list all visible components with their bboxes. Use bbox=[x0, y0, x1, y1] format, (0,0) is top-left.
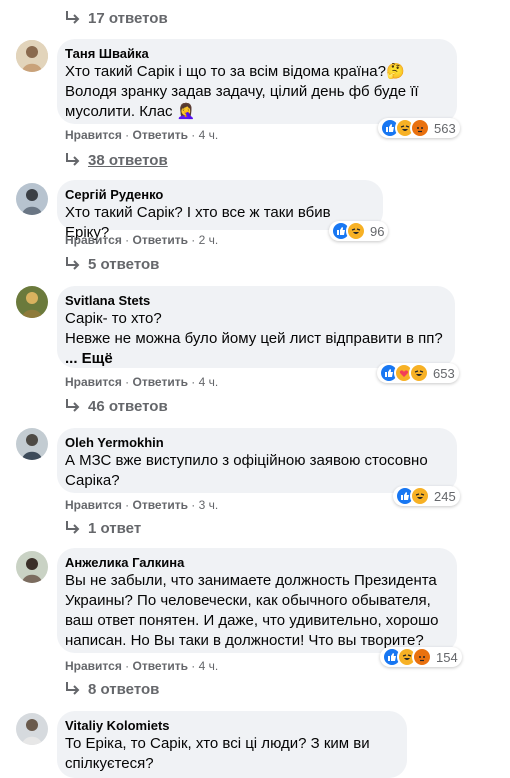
comment-author[interactable]: Svitlana Stets bbox=[65, 293, 443, 309]
angry-icon bbox=[412, 647, 432, 667]
reaction-count: 96 bbox=[370, 223, 385, 239]
like-link[interactable]: Нравится bbox=[65, 233, 122, 247]
reaction-summary[interactable]: 653 bbox=[377, 363, 459, 383]
comment-author[interactable]: Таня Швайка bbox=[65, 46, 445, 62]
reaction-count: 563 bbox=[434, 120, 456, 136]
comment-text: То Еріка, то Сарік, хто всі ці люди? З к… bbox=[65, 735, 370, 772]
like-link[interactable]: Нравится bbox=[65, 498, 122, 512]
reaction-summary[interactable]: 154 bbox=[380, 647, 462, 667]
haha-icon bbox=[409, 363, 429, 383]
avatar[interactable] bbox=[16, 286, 48, 318]
reaction-count: 245 bbox=[434, 488, 456, 504]
view-replies-link[interactable]: 8 ответов bbox=[64, 678, 159, 700]
comment-actions: Нравится · Ответить · 4 ч. bbox=[65, 128, 219, 142]
like-link[interactable]: Нравится bbox=[65, 659, 122, 673]
avatar[interactable] bbox=[16, 551, 48, 583]
comment-text: А МЗС вже виступило з офіційною заявою с… bbox=[65, 452, 428, 489]
avatar[interactable] bbox=[16, 713, 48, 745]
reply-link[interactable]: Ответить bbox=[133, 498, 188, 512]
comment-time[interactable]: 4 ч. bbox=[199, 659, 219, 673]
view-replies-link[interactable]: 5 ответов bbox=[64, 253, 159, 275]
comment-bubble: Таня Швайка Хто такий Сарік і що то за в… bbox=[57, 39, 457, 124]
reply-arrow-icon bbox=[66, 257, 80, 270]
comment-time[interactable]: 4 ч. bbox=[199, 128, 219, 142]
comment-time[interactable]: 3 ч. bbox=[199, 498, 219, 512]
avatar[interactable] bbox=[16, 183, 48, 215]
view-replies-link[interactable]: 1 ответ bbox=[64, 517, 141, 539]
reaction-count: 154 bbox=[436, 649, 458, 665]
replies-label: 5 ответов bbox=[88, 255, 160, 273]
reply-link[interactable]: Ответить bbox=[133, 375, 188, 389]
comment-time[interactable]: 2 ч. bbox=[199, 233, 219, 247]
reply-arrow-icon bbox=[66, 11, 80, 24]
reply-link[interactable]: Ответить bbox=[133, 233, 188, 247]
comment-author[interactable]: Oleh Yermokhin bbox=[65, 435, 445, 451]
replies-label: 46 ответов bbox=[88, 397, 168, 415]
haha-icon bbox=[346, 221, 366, 241]
view-replies-link[interactable]: 38 ответов bbox=[64, 149, 168, 171]
reaction-summary[interactable]: 96 bbox=[329, 221, 389, 241]
reaction-count: 653 bbox=[433, 365, 455, 381]
reply-arrow-icon bbox=[66, 399, 80, 412]
reaction-summary[interactable]: 563 bbox=[378, 118, 460, 138]
avatar[interactable] bbox=[16, 428, 48, 460]
replies-label: 8 ответов bbox=[88, 680, 160, 698]
comment-actions: Нравится · Ответить · 4 ч. bbox=[65, 659, 219, 673]
replies-label: 38 ответов bbox=[88, 151, 168, 169]
comment-text: Сарік- то хто? Невже не можна було йому … bbox=[65, 310, 443, 367]
like-link[interactable]: Нравится bbox=[65, 375, 122, 389]
comment-bubble: Svitlana Stets Сарік- то хто? Невже не м… bbox=[57, 286, 455, 368]
comment-bubble: Oleh Yermokhin А МЗС вже виступило з офі… bbox=[57, 428, 457, 493]
see-more-link[interactable]: ... Ещё bbox=[65, 350, 113, 367]
reply-arrow-icon bbox=[66, 682, 80, 695]
comment-text: Хто такий Сарік і що то за всім відома к… bbox=[65, 63, 419, 120]
comment-bubble: Vitaliy Kolomiets То Еріка, то Сарік, хт… bbox=[57, 711, 407, 778]
reaction-summary[interactable]: 245 bbox=[393, 486, 460, 506]
comment-author[interactable]: Анжелика Галкина bbox=[65, 555, 445, 571]
haha-icon bbox=[410, 486, 430, 506]
comment-bubble: Анжелика Галкина Вы не забыли, что заним… bbox=[57, 548, 457, 653]
avatar[interactable] bbox=[16, 40, 48, 72]
reply-arrow-icon bbox=[66, 521, 80, 534]
comment-author[interactable]: Сергій Руденко bbox=[65, 187, 371, 203]
comment-actions: Нравится · Ответить · 4 ч. bbox=[65, 375, 219, 389]
reply-link[interactable]: Ответить bbox=[133, 128, 188, 142]
reply-link[interactable]: Ответить bbox=[133, 659, 188, 673]
comment-actions: Нравится · Ответить · 2 ч. bbox=[65, 233, 219, 247]
comment-time[interactable]: 4 ч. bbox=[199, 375, 219, 389]
comment-text: Вы не забыли, что занимаете должность Пр… bbox=[65, 572, 439, 649]
view-replies-link[interactable]: 46 ответов bbox=[64, 395, 168, 417]
reply-arrow-icon bbox=[66, 153, 80, 166]
replies-label: 1 ответ bbox=[88, 519, 142, 537]
comment-actions: Нравится · Ответить · 3 ч. bbox=[65, 498, 219, 512]
angry-icon bbox=[410, 118, 430, 138]
like-link[interactable]: Нравится bbox=[65, 128, 122, 142]
replies-label: 17 ответов bbox=[88, 9, 168, 27]
comment-author[interactable]: Vitaliy Kolomiets bbox=[65, 718, 395, 734]
view-replies-link[interactable]: 17 ответов bbox=[64, 7, 168, 29]
